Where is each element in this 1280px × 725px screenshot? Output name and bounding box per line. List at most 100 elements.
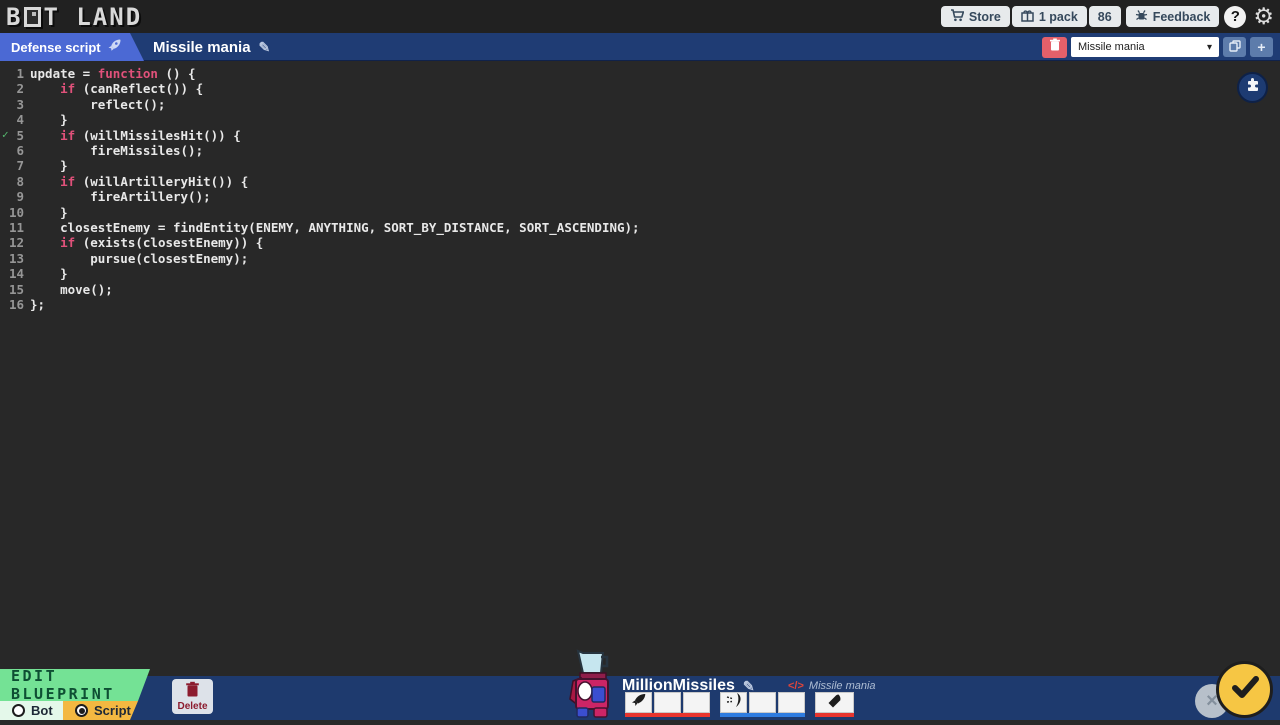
code-text: } — [30, 205, 68, 220]
code-line[interactable]: 15 move(); — [0, 282, 1280, 297]
robot-o-icon — [24, 7, 41, 27]
equipment-slot-empty[interactable] — [778, 692, 805, 713]
line-number: 9 — [0, 189, 30, 204]
feedback-button[interactable]: Feedback — [1126, 6, 1220, 27]
rocket-icon — [107, 38, 122, 56]
line-number: 2 — [0, 81, 30, 96]
code-text: fireMissiles(); — [30, 143, 203, 158]
edit-title-pencil-icon[interactable]: ✎ — [259, 39, 271, 56]
radio-circle-icon — [12, 704, 25, 717]
store-button[interactable]: Store — [941, 6, 1010, 27]
code-line[interactable]: 4 } — [0, 112, 1280, 127]
code-line[interactable]: 9 fireArtillery(); — [0, 189, 1280, 204]
line-number: 7 — [0, 158, 30, 173]
equipment-slot-missile[interactable] — [625, 692, 652, 713]
botland-logo: B T LAND — [6, 3, 142, 31]
trash-icon — [1049, 38, 1061, 56]
line-number: 6 — [0, 143, 30, 158]
line-number: 11 — [0, 220, 30, 235]
code-text: pursue(closestEnemy); — [30, 251, 248, 266]
code-lines: 1update = function () {2 if (canReflect(… — [0, 66, 1280, 313]
code-brackets-icon: </> — [788, 680, 804, 692]
line-number: 3 — [0, 97, 30, 112]
equipment-slot-reflect[interactable] — [720, 692, 747, 713]
code-line[interactable]: 5 if (willMissilesHit()) { — [0, 128, 1280, 143]
code-line[interactable]: 8 if (willArtilleryHit()) { — [0, 174, 1280, 189]
logo-letter: B — [6, 3, 22, 31]
equipment-slot-artillery[interactable] — [815, 692, 854, 713]
duplicate-script-button[interactable] — [1223, 37, 1246, 57]
code-text: } — [30, 112, 68, 127]
code-line[interactable]: 7 } — [0, 158, 1280, 173]
code-text: if (willArtilleryHit()) { — [30, 174, 248, 189]
plus-icon: + — [1257, 39, 1265, 55]
code-line[interactable]: 13 pursue(closestEnemy); — [0, 251, 1280, 266]
code-line[interactable]: 6 fireMissiles(); — [0, 143, 1280, 158]
delete-blueprint-button[interactable]: Delete — [172, 679, 213, 714]
edit-blueprint-header: EDIT BLUEPRINT — [0, 669, 150, 701]
artillery-icon — [827, 693, 842, 713]
line-number: 1 — [0, 66, 30, 81]
radio-bot[interactable]: Bot — [0, 701, 63, 720]
puzzle-piece-icon — [1244, 77, 1261, 97]
line-number: 15 — [0, 282, 30, 297]
script-title: Missile mania ✎ — [153, 33, 270, 61]
slot-group-artillery — [815, 692, 854, 717]
code-text: if (willMissilesHit()) { — [30, 128, 241, 143]
code-text: closestEnemy = findEntity(ENEMY, ANYTHIN… — [30, 220, 640, 235]
code-line[interactable]: 14 } — [0, 266, 1280, 281]
slot-group-weapons — [625, 692, 710, 717]
mode-radio-group: Bot Script — [0, 701, 138, 720]
radio-script[interactable]: Script — [63, 701, 138, 720]
question-icon: ? — [1231, 8, 1240, 25]
missile-icon — [630, 693, 647, 713]
code-line[interactable]: 11 closestEnemy = findEntity(ENEMY, ANYT… — [0, 220, 1280, 235]
radio-selected-icon — [75, 704, 88, 717]
code-editor[interactable]: ✓ 1update = function () {2 if (canReflec… — [0, 61, 1280, 676]
code-text: if (canReflect()) { — [30, 81, 203, 96]
line-number: 4 — [0, 112, 30, 127]
code-line[interactable]: 1update = function () { — [0, 66, 1280, 81]
line-number: 13 — [0, 251, 30, 266]
code-text: }; — [30, 297, 45, 312]
code-text: } — [30, 266, 68, 281]
assigned-script-label: </> Missile mania — [788, 680, 876, 692]
slot-group-defense — [720, 692, 805, 717]
code-line[interactable]: 16}; — [0, 297, 1280, 312]
reflect-icon — [725, 692, 743, 713]
confirm-button[interactable] — [1216, 661, 1273, 718]
tab-defense-script[interactable]: Defense script — [0, 33, 144, 61]
script-toolbar: Defense script Missile mania ✎ Missile m… — [0, 33, 1280, 61]
code-line[interactable]: 3 reflect(); — [0, 97, 1280, 112]
pack-button[interactable]: 1 pack — [1012, 6, 1087, 27]
new-script-button[interactable]: + — [1250, 37, 1273, 57]
line-number: 12 — [0, 235, 30, 250]
line-number: 14 — [0, 266, 30, 281]
gift-pack-icon — [1021, 9, 1034, 25]
equipment-slot-empty[interactable] — [749, 692, 776, 713]
code-line[interactable]: 10 } — [0, 205, 1280, 220]
line-number: 16 — [0, 297, 30, 312]
settings-gear-icon[interactable]: ⚙ — [1253, 5, 1274, 28]
delete-script-button[interactable] — [1042, 37, 1067, 58]
bug-icon — [1135, 9, 1148, 25]
currency-button[interactable]: 86 — [1089, 6, 1121, 27]
code-line[interactable]: 12 if (exists(closestEnemy)) { — [0, 235, 1280, 250]
help-button[interactable]: ? — [1224, 6, 1246, 28]
bot-avatar[interactable] — [566, 646, 618, 720]
block-mode-toggle-button[interactable] — [1237, 72, 1268, 103]
equipment-slots — [625, 692, 854, 717]
line-number: 8 — [0, 174, 30, 189]
logo-letters: T LAND — [43, 3, 142, 31]
equipment-slot-empty[interactable] — [654, 692, 681, 713]
code-text: update = function () { — [30, 66, 196, 81]
code-text: fireArtillery(); — [30, 189, 211, 204]
blueprint-bar: EDIT BLUEPRINT Bot Script Delete — [0, 676, 1280, 720]
code-line[interactable]: 2 if (canReflect()) { — [0, 81, 1280, 96]
code-text: move(); — [30, 282, 113, 297]
top-bar: BT LAND Store 1 pack 86 Fe — [0, 0, 1280, 33]
script-select-dropdown[interactable]: Missile mania ▾ — [1071, 37, 1219, 57]
equipment-slot-empty[interactable] — [683, 692, 710, 713]
code-text: if (exists(closestEnemy)) { — [30, 235, 263, 250]
copy-icon — [1229, 39, 1241, 55]
